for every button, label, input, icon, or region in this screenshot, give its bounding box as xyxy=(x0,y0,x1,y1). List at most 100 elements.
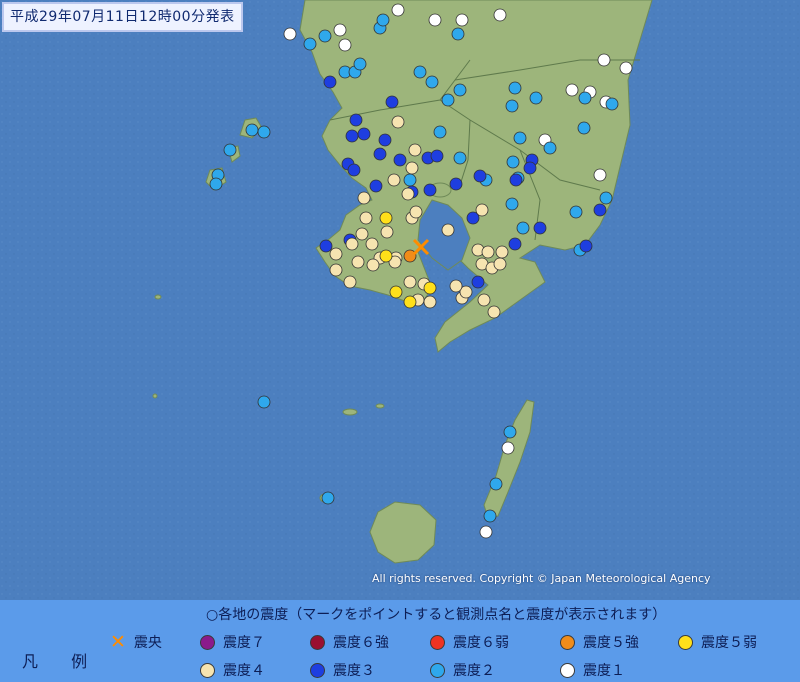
station-marker-shindo3[interactable] xyxy=(449,177,463,191)
station-marker-shindo1[interactable] xyxy=(565,83,579,97)
station-marker-shindo4[interactable] xyxy=(495,245,509,259)
station-marker-shindo3[interactable] xyxy=(319,239,333,253)
station-marker-shindo2[interactable] xyxy=(318,29,332,43)
station-marker-shindo3[interactable] xyxy=(385,95,399,109)
station-marker-shindo3[interactable] xyxy=(509,173,523,187)
station-marker-shindo1[interactable] xyxy=(333,23,347,37)
station-marker-shindo2[interactable] xyxy=(569,205,583,219)
station-marker-shindo4[interactable] xyxy=(345,237,359,251)
station-marker-shindo4[interactable] xyxy=(351,255,365,269)
station-marker-shindo4[interactable] xyxy=(355,227,369,241)
station-marker-shindo2[interactable] xyxy=(577,121,591,135)
station-marker-shindo2[interactable] xyxy=(599,191,613,205)
station-marker-shindo1[interactable] xyxy=(338,38,352,52)
station-marker-shindo3[interactable] xyxy=(347,163,361,177)
station-marker-shindo2[interactable] xyxy=(353,57,367,71)
station-marker-shindo1[interactable] xyxy=(479,525,493,539)
station-marker-shindo3[interactable] xyxy=(533,221,547,235)
station-marker-shindo2[interactable] xyxy=(489,477,503,491)
station-marker-shindo4[interactable] xyxy=(403,275,417,289)
station-marker-shindo3[interactable] xyxy=(523,161,537,175)
station-marker-shindo4[interactable] xyxy=(481,245,495,259)
station-marker-shindo5l[interactable] xyxy=(423,281,437,295)
station-marker-shindo3[interactable] xyxy=(579,239,593,253)
station-marker-shindo2[interactable] xyxy=(453,151,467,165)
station-marker-shindo5l[interactable] xyxy=(379,211,393,225)
station-marker-shindo2[interactable] xyxy=(453,83,467,97)
station-marker-shindo4[interactable] xyxy=(401,187,415,201)
station-marker-shindo4[interactable] xyxy=(493,257,507,271)
station-marker-shindo4[interactable] xyxy=(357,191,371,205)
station-marker-shindo3[interactable] xyxy=(373,147,387,161)
station-marker-shindo4[interactable] xyxy=(329,263,343,277)
station-marker-shindo2[interactable] xyxy=(441,93,455,107)
station-marker-shindo3[interactable] xyxy=(593,203,607,217)
station-marker-shindo2[interactable] xyxy=(321,491,335,505)
station-marker-shindo4[interactable] xyxy=(329,247,343,261)
station-marker-shindo3[interactable] xyxy=(323,75,337,89)
station-marker-shindo4[interactable] xyxy=(409,205,423,219)
station-marker-shindo2[interactable] xyxy=(257,395,271,409)
station-marker-shindo4[interactable] xyxy=(405,161,419,175)
station-marker-shindo4[interactable] xyxy=(477,293,491,307)
station-marker-shindo1[interactable] xyxy=(283,27,297,41)
station-marker-shindo2[interactable] xyxy=(529,91,543,105)
station-marker-shindo3[interactable] xyxy=(471,275,485,289)
station-marker-shindo2[interactable] xyxy=(505,197,519,211)
station-marker-shindo1[interactable] xyxy=(455,13,469,27)
station-marker-shindo2[interactable] xyxy=(506,155,520,169)
station-marker-shindo2[interactable] xyxy=(516,221,530,235)
station-marker-shindo1[interactable] xyxy=(501,441,515,455)
station-marker-shindo2[interactable] xyxy=(508,81,522,95)
station-marker-shindo5l[interactable] xyxy=(403,295,417,309)
station-marker-shindo4[interactable] xyxy=(487,305,501,319)
station-marker-shindo2[interactable] xyxy=(543,141,557,155)
station-marker-shindo2[interactable] xyxy=(376,13,390,27)
station-marker-shindo4[interactable] xyxy=(343,275,357,289)
station-marker-shindo3[interactable] xyxy=(345,129,359,143)
station-marker-shindo4[interactable] xyxy=(423,295,437,309)
station-marker-shindo4[interactable] xyxy=(366,258,380,272)
station-marker-shindo2[interactable] xyxy=(513,131,527,145)
station-marker-shindo2[interactable] xyxy=(505,99,519,113)
station-marker-shindo3[interactable] xyxy=(378,133,392,147)
station-marker-shindo3[interactable] xyxy=(430,149,444,163)
station-marker-shindo2[interactable] xyxy=(209,177,223,191)
station-marker-shindo3[interactable] xyxy=(393,153,407,167)
station-marker-shindo1[interactable] xyxy=(428,13,442,27)
station-marker-shindo4[interactable] xyxy=(441,223,455,237)
station-marker-shindo2[interactable] xyxy=(503,425,517,439)
station-marker-shindo2[interactable] xyxy=(425,75,439,89)
station-marker-shindo4[interactable] xyxy=(391,115,405,129)
station-marker-shindo4[interactable] xyxy=(475,203,489,217)
station-marker-shindo3[interactable] xyxy=(357,127,371,141)
station-marker-shindo4[interactable] xyxy=(387,173,401,187)
station-marker-shindo2[interactable] xyxy=(245,123,259,137)
station-marker-shindo4[interactable] xyxy=(365,237,379,251)
station-marker-shindo3[interactable] xyxy=(423,183,437,197)
station-marker-shindo4[interactable] xyxy=(359,211,373,225)
station-marker-shindo5l[interactable] xyxy=(389,285,403,299)
station-marker-shindo3[interactable] xyxy=(349,113,363,127)
station-marker-shindo3[interactable] xyxy=(369,179,383,193)
station-marker-shindo2[interactable] xyxy=(451,27,465,41)
station-marker-shindo4[interactable] xyxy=(449,279,463,293)
station-marker-shindo1[interactable] xyxy=(493,8,507,22)
station-marker-shindo2[interactable] xyxy=(403,173,417,187)
station-marker-shindo2[interactable] xyxy=(605,97,619,111)
station-marker-shindo2[interactable] xyxy=(578,91,592,105)
station-marker-shindo1[interactable] xyxy=(597,53,611,67)
station-marker-shindo1[interactable] xyxy=(593,168,607,182)
station-marker-shindo3[interactable] xyxy=(473,169,487,183)
station-marker-shindo2[interactable] xyxy=(483,509,497,523)
station-marker-shindo1[interactable] xyxy=(391,3,405,17)
station-marker-shindo3[interactable] xyxy=(508,237,522,251)
station-marker-shindo2[interactable] xyxy=(303,37,317,51)
station-marker-shindo1[interactable] xyxy=(619,61,633,75)
station-marker-shindo2[interactable] xyxy=(413,65,427,79)
station-marker-shindo2[interactable] xyxy=(257,125,271,139)
station-marker-shindo4[interactable] xyxy=(380,225,394,239)
station-marker-shindo2[interactable] xyxy=(223,143,237,157)
station-marker-shindo2[interactable] xyxy=(433,125,447,139)
station-marker-shindo5l[interactable] xyxy=(379,249,393,263)
